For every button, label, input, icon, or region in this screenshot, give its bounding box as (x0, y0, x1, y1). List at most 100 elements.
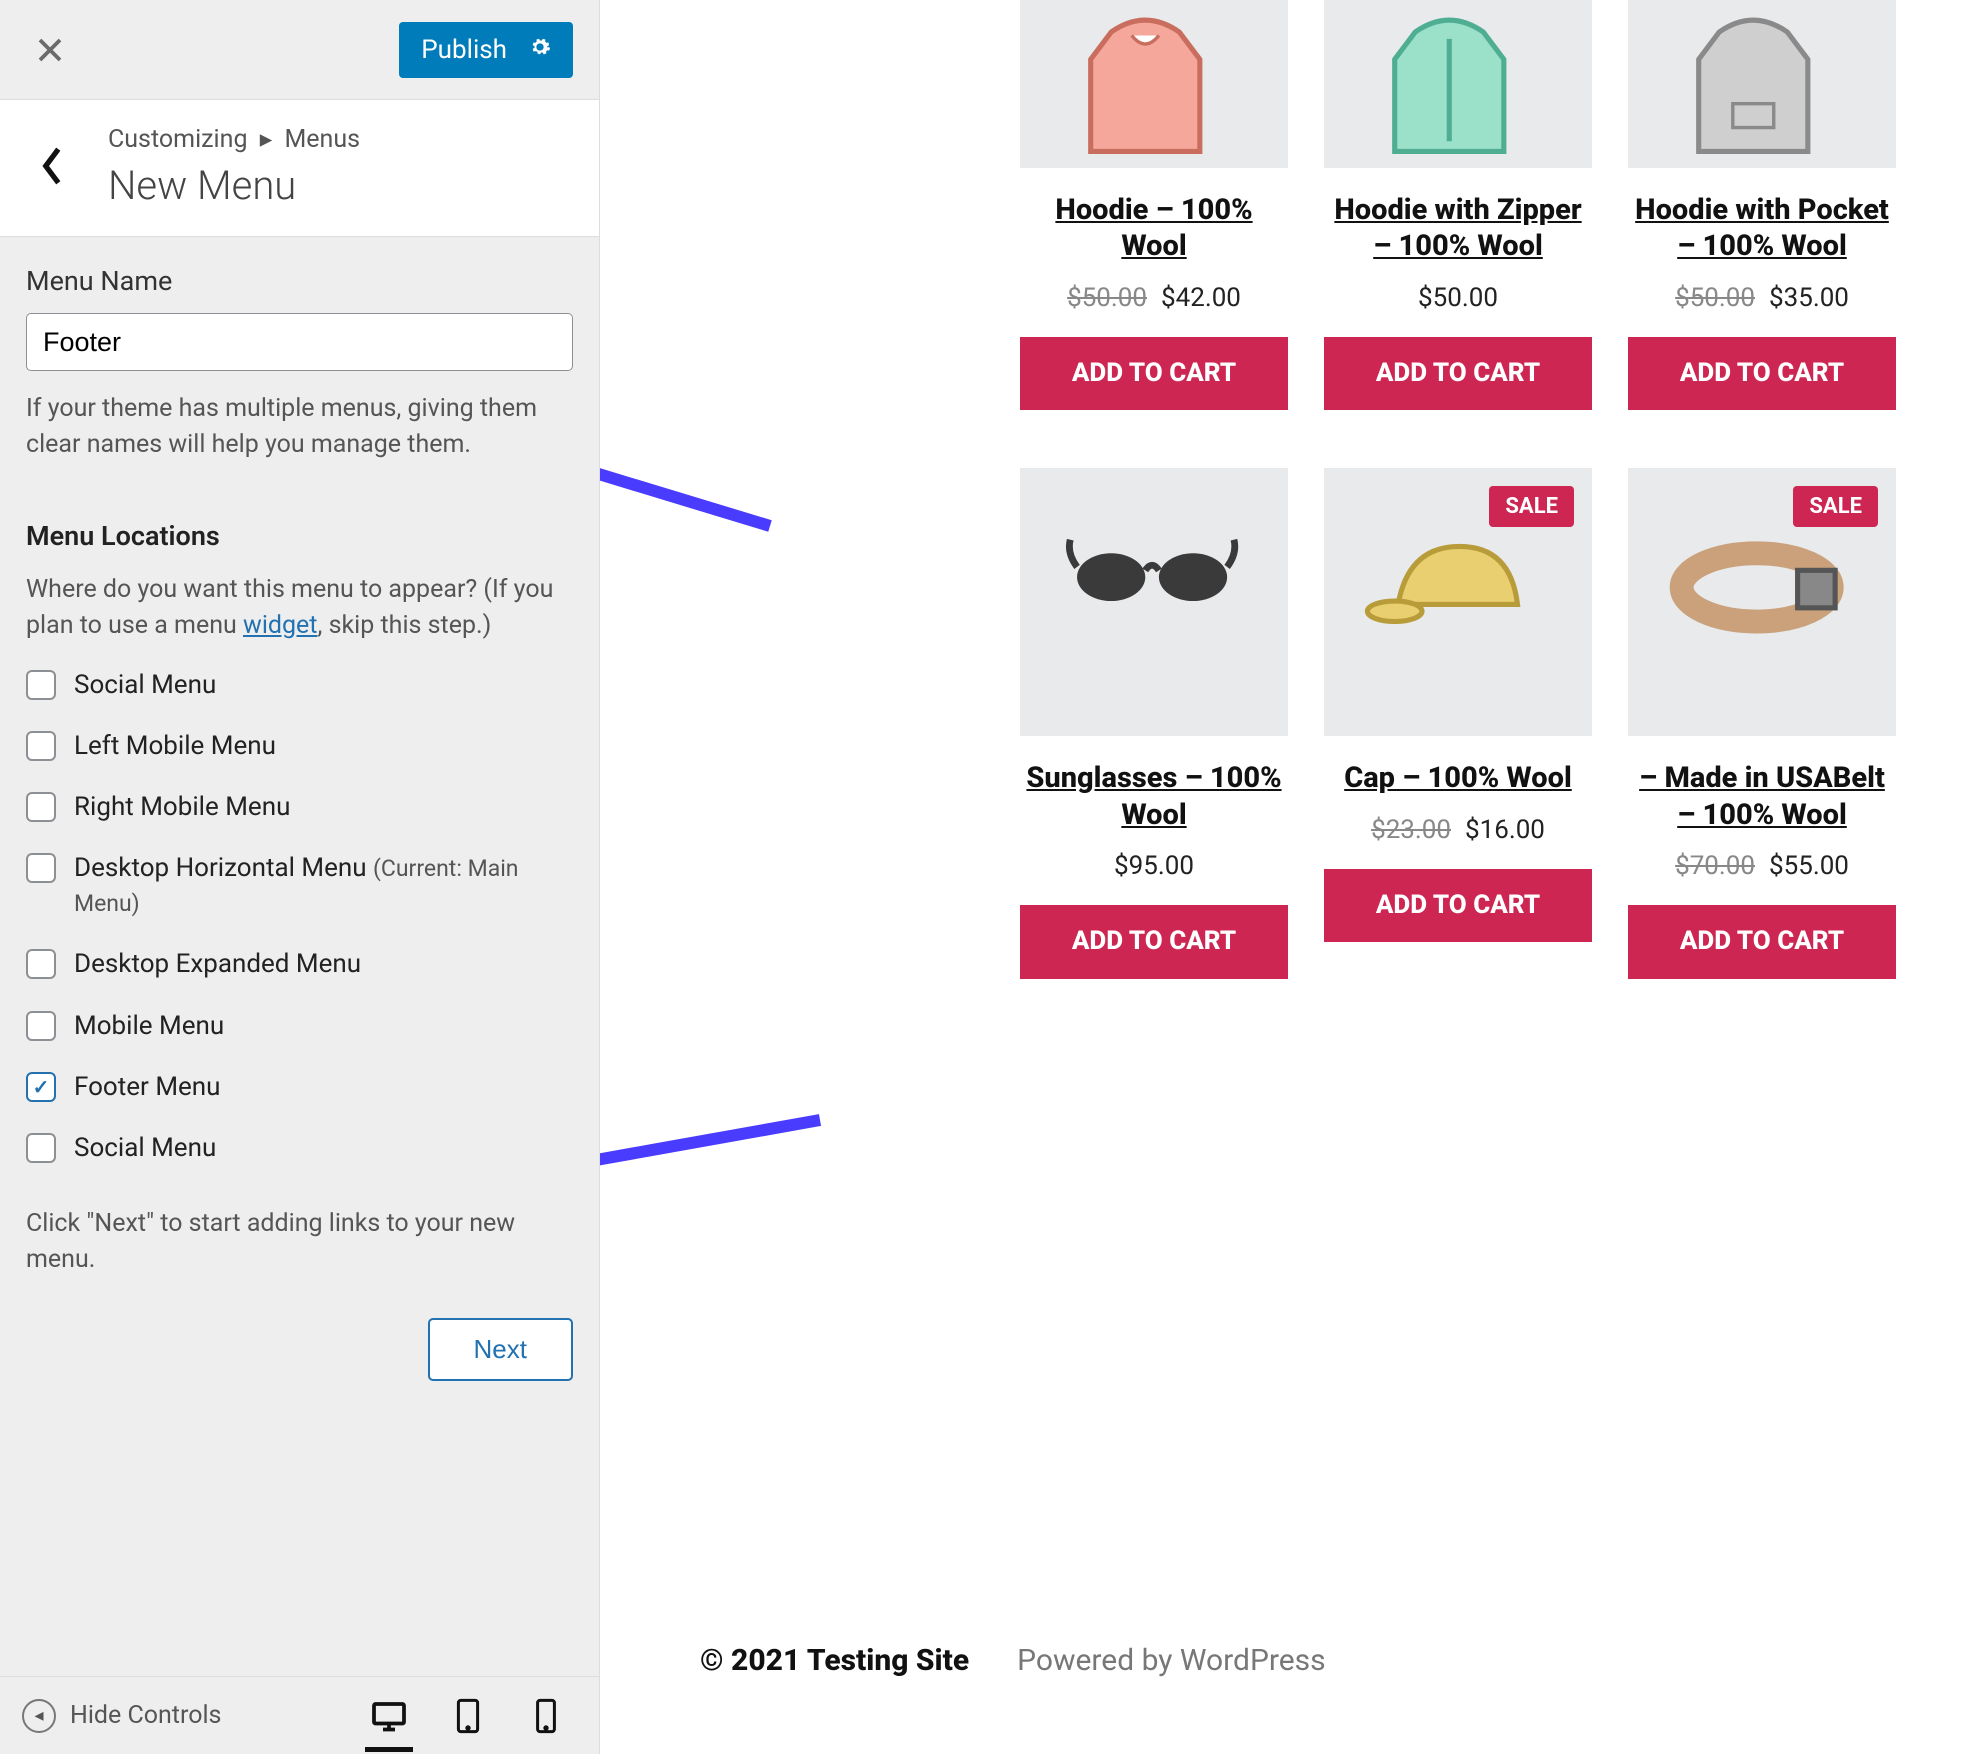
old-price: $50.00 (1675, 283, 1755, 313)
product-price: $50.00 $42.00 (1067, 283, 1241, 313)
product-card: Hoodie – 100% Wool $50.00 $42.00 ADD TO CAR… (1020, 0, 1288, 410)
add-to-cart-button[interactable]: ADD TO CART (1628, 905, 1896, 979)
belt-icon (1668, 526, 1856, 679)
product-image[interactable]: SALE (1324, 468, 1592, 736)
location-checkbox-row[interactable]: Social Menu (26, 668, 573, 703)
checkbox[interactable] (26, 1133, 56, 1163)
checkbox[interactable] (26, 853, 56, 883)
hoodie-teal-icon (1364, 15, 1552, 168)
menu-name-input[interactable] (26, 313, 573, 371)
cap-icon (1364, 526, 1552, 679)
hide-controls-button[interactable]: ◂ Hide Controls (22, 1699, 221, 1733)
product-image[interactable] (1324, 0, 1592, 168)
annotation-arrow-2 (600, 1100, 860, 1280)
preview-pane: Hoodie – 100% Wool $50.00 $42.00 ADD TO CAR… (600, 0, 1980, 1754)
back-button[interactable] (20, 122, 84, 210)
customizer-sidebar: Publish Customizing ▸ Menus New Menu Men… (0, 0, 600, 1754)
add-to-cart-button[interactable]: ADD TO CART (1324, 337, 1592, 411)
product-title-link[interactable]: Hoodie with Pocket – 100% Wool (1628, 192, 1896, 265)
checkbox[interactable] (26, 670, 56, 700)
annotation-arrow-1 (600, 300, 790, 540)
location-checkbox-row[interactable]: Mobile Menu (26, 1009, 573, 1044)
device-mobile-button[interactable] (535, 1698, 571, 1734)
gear-icon (529, 36, 551, 64)
add-to-cart-button[interactable]: ADD TO CART (1020, 337, 1288, 411)
hoodie-pink-icon (1060, 15, 1248, 168)
menu-locations-heading: Menu Locations (26, 520, 573, 552)
sale-badge: SALE (1489, 486, 1574, 527)
old-price: $50.00 (1067, 283, 1147, 313)
device-switcher (371, 1698, 571, 1734)
copyright-text: © 2021 Testing Site (700, 1643, 969, 1678)
product-price: $50.00 $35.00 (1675, 283, 1849, 313)
publish-button[interactable]: Publish (399, 22, 573, 78)
chevron-right-icon: ▸ (260, 125, 273, 154)
menu-name-label: Menu Name (26, 265, 573, 297)
device-tablet-button[interactable] (453, 1698, 489, 1734)
product-price: $50.00 (1418, 283, 1498, 313)
old-price: $23.00 (1371, 815, 1451, 845)
checkbox[interactable]: ✓ (26, 1072, 56, 1102)
checkbox[interactable] (26, 731, 56, 761)
product-title-link[interactable]: Cap – 100% Wool (1340, 760, 1576, 796)
product-price: $23.00 $16.00 (1371, 815, 1545, 845)
tablet-icon (453, 1698, 483, 1734)
next-button[interactable]: Next (428, 1318, 573, 1381)
location-checkbox-row[interactable]: Left Mobile Menu (26, 729, 573, 764)
customizer-footer: ◂ Hide Controls (0, 1676, 599, 1754)
breadcrumb-path: Customizing ▸ Menus (108, 124, 360, 154)
location-checkbox-row[interactable]: Right Mobile Menu (26, 790, 573, 825)
current-price: $35.00 (1769, 283, 1849, 313)
add-to-cart-button[interactable]: ADD TO CART (1020, 905, 1288, 979)
checkbox-label: Social Menu (74, 1131, 216, 1166)
product-title-link[interactable]: Hoodie – 100% Wool (1020, 192, 1288, 265)
add-to-cart-button[interactable]: ADD TO CART (1628, 337, 1896, 411)
checkbox[interactable] (26, 949, 56, 979)
mobile-icon (535, 1698, 557, 1734)
hide-controls-label: Hide Controls (70, 1701, 221, 1730)
product-card: SALE Cap – 100% Wool $23.00 $16.00 ADD TO CA… (1324, 468, 1592, 978)
checkbox[interactable] (26, 1011, 56, 1041)
next-help: Click "Next" to start adding links to yo… (26, 1206, 573, 1279)
current-price: $42.00 (1161, 283, 1241, 313)
checkbox[interactable] (26, 792, 56, 822)
locations-help-post: , skip this step.) (317, 611, 491, 640)
powered-by-text[interactable]: Powered by WordPress (1017, 1643, 1326, 1678)
device-desktop-button[interactable] (371, 1698, 407, 1734)
product-image[interactable] (1020, 468, 1288, 736)
product-title-link[interactable]: – Made in USABelt – 100% Wool (1628, 760, 1896, 833)
current-price: $55.00 (1769, 851, 1849, 881)
desktop-icon (371, 1698, 407, 1734)
product-image[interactable] (1020, 0, 1288, 168)
widget-link[interactable]: widget (243, 611, 317, 640)
product-image[interactable] (1628, 0, 1896, 168)
breadcrumb-row: Customizing ▸ Menus New Menu (0, 100, 599, 237)
location-checkbox-row[interactable]: Desktop Horizontal Menu (Current: Main M… (26, 851, 573, 921)
checkbox-label: Right Mobile Menu (74, 790, 290, 825)
breadcrumb-root: Customizing (108, 125, 247, 154)
location-checkbox-row[interactable]: Desktop Expanded Menu (26, 947, 573, 982)
close-button[interactable] (26, 26, 74, 74)
product-card: Hoodie with Zipper – 100% Wool $50.00 ADD … (1324, 0, 1592, 410)
old-price: $70.00 (1675, 851, 1755, 881)
menu-locations-list: Social Menu Left Mobile Menu Right Mobil… (26, 668, 573, 1166)
site-footer: © 2021 Testing Site Powered by WordPress (600, 1643, 1980, 1678)
product-price: $70.00 $55.00 (1675, 851, 1849, 881)
checkbox-label: Footer Menu (74, 1070, 221, 1105)
checkbox-label: Mobile Menu (74, 1009, 224, 1044)
product-card: SALE– Made in USABelt – 100% Wool$70.00$… (1628, 468, 1896, 978)
product-title-link[interactable]: Hoodie with Zipper – 100% Wool (1324, 192, 1592, 265)
customizer-body: Menu Name If your theme has multiple men… (0, 237, 599, 1676)
add-to-cart-button[interactable]: ADD TO CART (1324, 869, 1592, 943)
current-price: $16.00 (1465, 815, 1545, 845)
location-checkbox-row[interactable]: Social Menu (26, 1131, 573, 1166)
current-price: $50.00 (1418, 283, 1498, 313)
checkbox-label: Left Mobile Menu (74, 729, 276, 764)
hoodie-grey-icon (1668, 15, 1856, 168)
product-title-link[interactable]: Sunglasses – 100% Wool (1020, 760, 1288, 833)
location-checkbox-row[interactable]: ✓ Footer Menu (26, 1070, 573, 1105)
menu-name-help: If your theme has multiple menus, giving… (26, 391, 573, 464)
chevron-left-icon (39, 145, 65, 187)
product-image[interactable]: SALE (1628, 468, 1896, 736)
breadcrumb-text: Customizing ▸ Menus New Menu (108, 124, 360, 209)
